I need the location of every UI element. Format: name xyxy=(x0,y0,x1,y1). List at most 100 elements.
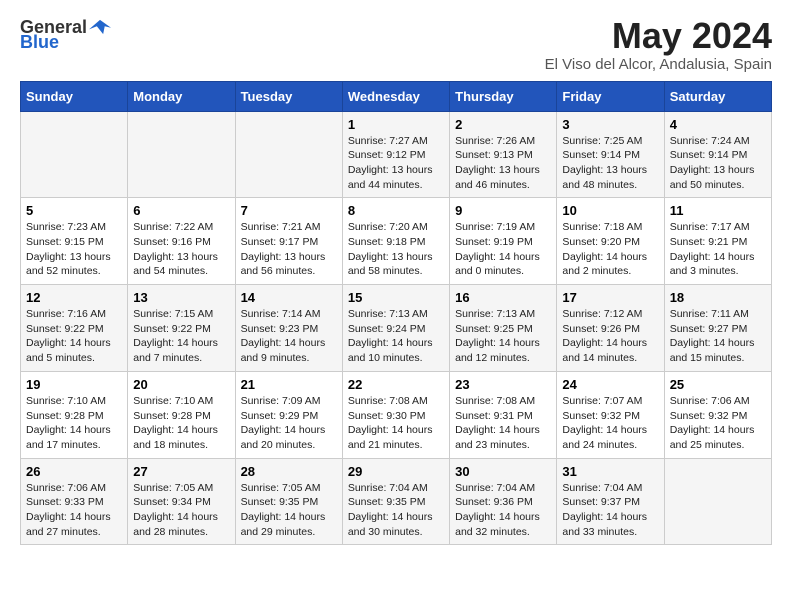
day-number: 2 xyxy=(455,117,551,132)
calendar-cell: 31 Sunrise: 7:04 AMSunset: 9:37 PMDayligh… xyxy=(557,458,664,545)
calendar-cell: 24Sunrise: 7:07 AMSunset: 9:32 PMDayligh… xyxy=(557,371,664,458)
calendar-cell: 26 Sunrise: 7:06 AMSunset: 9:33 PMDayligh… xyxy=(21,458,128,545)
day-info: Sunrise: 7:20 AMSunset: 9:18 PMDaylight:… xyxy=(348,220,444,279)
calendar-cell: 18Sunrise: 7:11 AMSunset: 9:27 PMDayligh… xyxy=(664,285,771,372)
day-number: 30 xyxy=(455,464,551,479)
day-info: Sunrise: 7:26 AMSunset: 9:13 PMDaylight:… xyxy=(455,134,551,193)
calendar-cell: 8 Sunrise: 7:20 AMSunset: 9:18 PMDaylight… xyxy=(342,198,449,285)
day-info: Sunrise: 7:07 AMSunset: 9:32 PMDaylight:… xyxy=(562,394,658,453)
calendar-cell: 27 Sunrise: 7:05 AMSunset: 9:34 PMDayligh… xyxy=(128,458,235,545)
col-header-monday: Monday xyxy=(128,81,235,111)
calendar-cell: 3 Sunrise: 7:25 AMSunset: 9:14 PMDaylight… xyxy=(557,111,664,198)
calendar-cell xyxy=(235,111,342,198)
day-info: Sunrise: 7:18 AMSunset: 9:20 PMDaylight:… xyxy=(562,220,658,279)
calendar-cell: 14Sunrise: 7:14 AMSunset: 9:23 PMDayligh… xyxy=(235,285,342,372)
day-number: 26 xyxy=(26,464,122,479)
day-number: 10 xyxy=(562,203,658,218)
calendar-cell: 21 Sunrise: 7:09 AMSunset: 9:29 PMDayligh… xyxy=(235,371,342,458)
day-info: Sunrise: 7:21 AMSunset: 9:17 PMDaylight:… xyxy=(241,220,337,279)
week-row-1: 5Sunrise: 7:23 AMSunset: 9:15 PMDaylight… xyxy=(21,198,772,285)
calendar-cell: 20Sunrise: 7:10 AMSunset: 9:28 PMDayligh… xyxy=(128,371,235,458)
day-info: Sunrise: 7:13 AMSunset: 9:24 PMDaylight:… xyxy=(348,307,444,366)
day-number: 3 xyxy=(562,117,658,132)
day-number: 29 xyxy=(348,464,444,479)
day-number: 28 xyxy=(241,464,337,479)
calendar-cell xyxy=(21,111,128,198)
day-info: Sunrise: 7:11 AMSunset: 9:27 PMDaylight:… xyxy=(670,307,766,366)
calendar-cell: 30 Sunrise: 7:04 AMSunset: 9:36 PMDayligh… xyxy=(450,458,557,545)
day-info: Sunrise: 7:24 AMSunset: 9:14 PMDaylight:… xyxy=(670,134,766,193)
day-number: 7 xyxy=(241,203,337,218)
calendar-cell: 16Sunrise: 7:13 AMSunset: 9:25 PMDayligh… xyxy=(450,285,557,372)
day-number: 19 xyxy=(26,377,122,392)
day-number: 21 xyxy=(241,377,337,392)
day-info: Sunrise: 7:05 AMSunset: 9:34 PMDaylight:… xyxy=(133,481,229,540)
calendar-cell: 9 Sunrise: 7:19 AMSunset: 9:19 PMDaylight… xyxy=(450,198,557,285)
calendar-cell: 6 Sunrise: 7:22 AMSunset: 9:16 PMDaylight… xyxy=(128,198,235,285)
day-info: Sunrise: 7:05 AMSunset: 9:35 PMDaylight:… xyxy=(241,481,337,540)
calendar-cell: 11 Sunrise: 7:17 AMSunset: 9:21 PMDayligh… xyxy=(664,198,771,285)
day-number: 23 xyxy=(455,377,551,392)
day-number: 6 xyxy=(133,203,229,218)
main-title: May 2024 xyxy=(545,16,772,56)
logo-bird-icon xyxy=(89,16,111,38)
day-info: Sunrise: 7:19 AMSunset: 9:19 PMDaylight:… xyxy=(455,220,551,279)
calendar-cell: 7 Sunrise: 7:21 AMSunset: 9:17 PMDaylight… xyxy=(235,198,342,285)
day-number: 27 xyxy=(133,464,229,479)
day-info: Sunrise: 7:15 AMSunset: 9:22 PMDaylight:… xyxy=(133,307,229,366)
day-number: 9 xyxy=(455,203,551,218)
calendar-cell: 1Sunrise: 7:27 AMSunset: 9:12 PMDaylight… xyxy=(342,111,449,198)
calendar-cell: 19Sunrise: 7:10 AMSunset: 9:28 PMDayligh… xyxy=(21,371,128,458)
day-number: 1 xyxy=(348,117,444,132)
day-info: Sunrise: 7:12 AMSunset: 9:26 PMDaylight:… xyxy=(562,307,658,366)
day-number: 11 xyxy=(670,203,766,218)
day-number: 8 xyxy=(348,203,444,218)
day-info: Sunrise: 7:09 AMSunset: 9:29 PMDaylight:… xyxy=(241,394,337,453)
week-row-0: 1Sunrise: 7:27 AMSunset: 9:12 PMDaylight… xyxy=(21,111,772,198)
calendar-cell: 10 Sunrise: 7:18 AMSunset: 9:20 PMDayligh… xyxy=(557,198,664,285)
day-number: 20 xyxy=(133,377,229,392)
page: General Blue May 2024 El Viso del Alcor,… xyxy=(0,0,792,561)
day-info: Sunrise: 7:22 AMSunset: 9:16 PMDaylight:… xyxy=(133,220,229,279)
subtitle: El Viso del Alcor, Andalusia, Spain xyxy=(545,56,772,73)
col-header-saturday: Saturday xyxy=(664,81,771,111)
day-info: Sunrise: 7:08 AMSunset: 9:30 PMDaylight:… xyxy=(348,394,444,453)
calendar-cell: 12 Sunrise: 7:16 AMSunset: 9:22 PMDayligh… xyxy=(21,285,128,372)
day-info: Sunrise: 7:17 AMSunset: 9:21 PMDaylight:… xyxy=(670,220,766,279)
calendar-cell: 23 Sunrise: 7:08 AMSunset: 9:31 PMDayligh… xyxy=(450,371,557,458)
calendar-cell: 22 Sunrise: 7:08 AMSunset: 9:30 PMDayligh… xyxy=(342,371,449,458)
calendar-cell xyxy=(664,458,771,545)
header: General Blue May 2024 El Viso del Alcor,… xyxy=(20,16,772,73)
day-info: Sunrise: 7:16 AMSunset: 9:22 PMDaylight:… xyxy=(26,307,122,366)
day-number: 22 xyxy=(348,377,444,392)
calendar-cell: 4Sunrise: 7:24 AMSunset: 9:14 PMDaylight… xyxy=(664,111,771,198)
logo-blue: Blue xyxy=(20,32,59,53)
day-info: Sunrise: 7:04 AMSunset: 9:37 PMDaylight:… xyxy=(562,481,658,540)
col-header-wednesday: Wednesday xyxy=(342,81,449,111)
col-header-thursday: Thursday xyxy=(450,81,557,111)
calendar-table: SundayMondayTuesdayWednesdayThursdayFrid… xyxy=(20,81,772,546)
calendar-cell xyxy=(128,111,235,198)
day-number: 31 xyxy=(562,464,658,479)
day-info: Sunrise: 7:08 AMSunset: 9:31 PMDaylight:… xyxy=(455,394,551,453)
calendar-cell: 29Sunrise: 7:04 AMSunset: 9:35 PMDayligh… xyxy=(342,458,449,545)
calendar-cell: 15 Sunrise: 7:13 AMSunset: 9:24 PMDayligh… xyxy=(342,285,449,372)
day-number: 12 xyxy=(26,290,122,305)
day-info: Sunrise: 7:23 AMSunset: 9:15 PMDaylight:… xyxy=(26,220,122,279)
day-info: Sunrise: 7:14 AMSunset: 9:23 PMDaylight:… xyxy=(241,307,337,366)
calendar-cell: 13Sunrise: 7:15 AMSunset: 9:22 PMDayligh… xyxy=(128,285,235,372)
calendar-cell: 17 Sunrise: 7:12 AMSunset: 9:26 PMDayligh… xyxy=(557,285,664,372)
calendar-cell: 2 Sunrise: 7:26 AMSunset: 9:13 PMDaylight… xyxy=(450,111,557,198)
calendar-cell: 25Sunrise: 7:06 AMSunset: 9:32 PMDayligh… xyxy=(664,371,771,458)
col-header-friday: Friday xyxy=(557,81,664,111)
day-info: Sunrise: 7:04 AMSunset: 9:36 PMDaylight:… xyxy=(455,481,551,540)
calendar-cell: 28 Sunrise: 7:05 AMSunset: 9:35 PMDayligh… xyxy=(235,458,342,545)
week-row-2: 12 Sunrise: 7:16 AMSunset: 9:22 PMDayligh… xyxy=(21,285,772,372)
day-info: Sunrise: 7:25 AMSunset: 9:14 PMDaylight:… xyxy=(562,134,658,193)
col-header-sunday: Sunday xyxy=(21,81,128,111)
day-number: 15 xyxy=(348,290,444,305)
day-info: Sunrise: 7:06 AMSunset: 9:32 PMDaylight:… xyxy=(670,394,766,453)
day-info: Sunrise: 7:06 AMSunset: 9:33 PMDaylight:… xyxy=(26,481,122,540)
calendar-cell: 5Sunrise: 7:23 AMSunset: 9:15 PMDaylight… xyxy=(21,198,128,285)
day-number: 17 xyxy=(562,290,658,305)
